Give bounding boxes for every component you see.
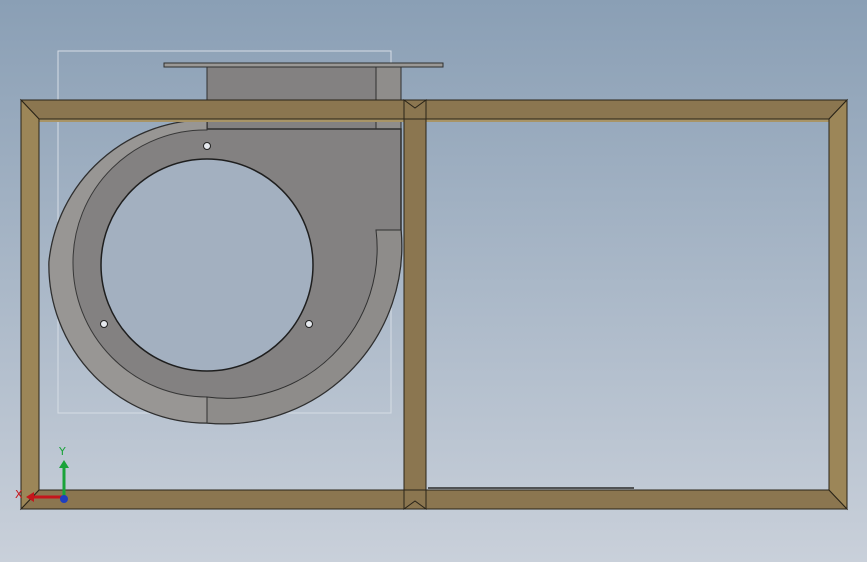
- bolt-hole-top: [203, 142, 211, 150]
- x-axis-label: X: [15, 488, 23, 501]
- bolt-hole-right: [305, 320, 313, 328]
- y-axis-label: Y: [58, 445, 66, 458]
- inlet-opening: [100, 158, 314, 372]
- frame-left-post: [20, 98, 40, 511]
- bolt-hole-left: [100, 320, 108, 328]
- frame-top-rail: [19, 99, 849, 120]
- frame-middle-post: [403, 99, 427, 510]
- frame-bottom-rail: [19, 489, 849, 510]
- z-axis-dot: [60, 495, 68, 503]
- cad-canvas[interactable]: Y X: [0, 0, 867, 562]
- frame-right-post: [828, 98, 848, 511]
- model-viewport[interactable]: Y X: [0, 0, 867, 562]
- outlet-flange: [163, 62, 444, 68]
